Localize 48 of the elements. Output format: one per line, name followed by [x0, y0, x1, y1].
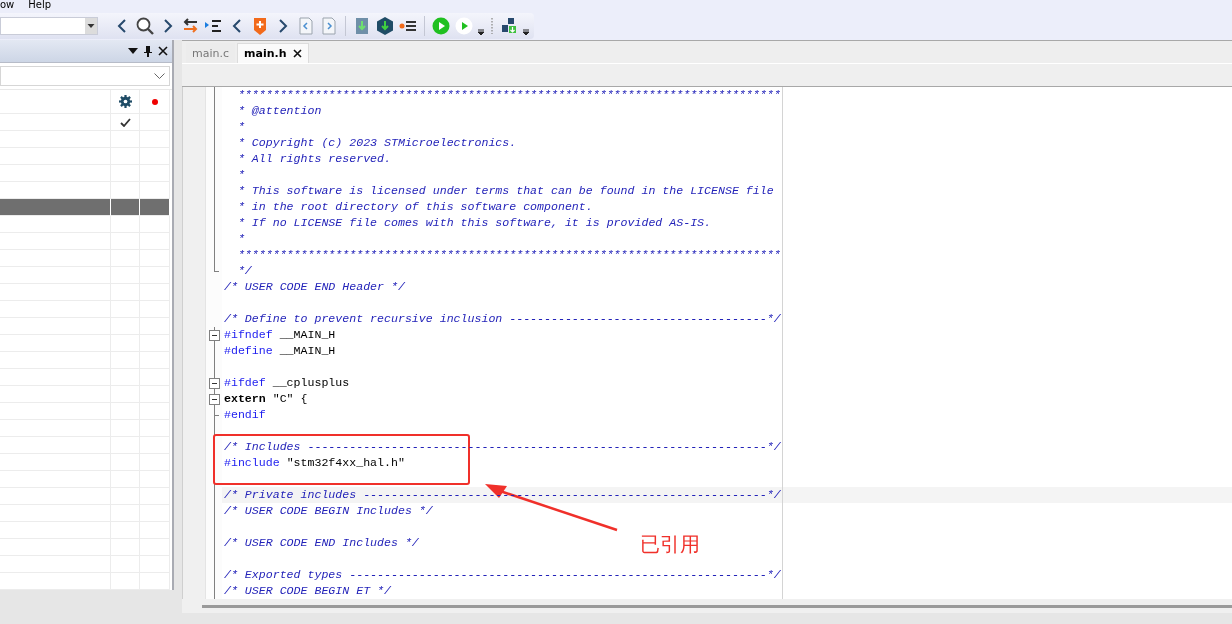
- code-line: * @attention: [236, 104, 322, 117]
- dot-icon: [151, 98, 158, 105]
- code-line: #define __MAIN_H: [224, 344, 336, 357]
- code-line: * If no LICENSE file comes with this software, it is provided AS-IS.: [236, 216, 712, 229]
- code-line: /* Define to prevent recursive inclusion -------------------------------------*/: [224, 312, 781, 325]
- scrollbar[interactable]: [202, 604, 1232, 608]
- code-line: ******************************************************************************: [236, 248, 781, 261]
- build-blocks-icon[interactable]: [499, 16, 519, 36]
- code-line: #endif: [224, 408, 266, 421]
- code-line: */: [236, 264, 252, 277]
- close-icon[interactable]: [158, 46, 168, 56]
- search-icon[interactable]: [135, 16, 155, 36]
- close-icon[interactable]: [292, 49, 302, 58]
- menu-item[interactable]: Help: [28, 0, 52, 11]
- code-line: *: [236, 232, 245, 245]
- filter-combo[interactable]: [0, 66, 170, 86]
- code-line: *: [236, 168, 245, 181]
- code-line: /* Exported types ------------------------------------------------------------*/: [224, 568, 781, 581]
- chevron-down-icon: [154, 73, 165, 79]
- code-line: * Copyright (c) 2023 STMicroelectronics.: [236, 136, 517, 149]
- settings-icon[interactable]: [118, 95, 132, 108]
- code-line: /* USER CODE BEGIN ET */: [224, 584, 391, 597]
- grip-icon[interactable]: [488, 15, 496, 37]
- annotation-label: 已引用: [640, 531, 700, 558]
- collapse-icon[interactable]: [209, 378, 220, 389]
- pin-icon[interactable]: [144, 45, 152, 57]
- code-line: * This software is licensed under terms that can be found in the LICENSE file: [236, 184, 774, 197]
- hexagon-download-icon[interactable]: [375, 16, 395, 36]
- code-line: #ifndef __MAIN_H: [224, 328, 336, 341]
- play-icon[interactable]: [431, 16, 451, 36]
- code-line: * in the root directory of this software component.: [236, 200, 593, 213]
- table-row[interactable]: [0, 199, 172, 216]
- document-forward-icon[interactable]: [319, 16, 339, 36]
- code-line: #include "stm32f4xx_hal.h": [224, 456, 405, 469]
- code-line: * All rights reserved.: [236, 152, 391, 165]
- code-line: *: [236, 120, 245, 133]
- collapse-icon[interactable]: [209, 394, 220, 405]
- code-line: /* USER CODE END Header */: [224, 280, 405, 293]
- dropdown-icon[interactable]: [85, 18, 97, 34]
- collapse-icon[interactable]: [209, 330, 220, 341]
- code-line: /* USER CODE BEGIN Includes */: [224, 504, 433, 517]
- code-line: ******************************************************************************: [236, 88, 781, 101]
- code-line: /* USER CODE END Includes */: [224, 536, 419, 549]
- code-line: extern "C" {: [224, 392, 308, 405]
- file-tab[interactable]: main.h: [237, 43, 309, 63]
- code-line: #ifdef __cplusplus: [224, 376, 350, 389]
- menu-item[interactable]: ow: [0, 0, 15, 11]
- dropdown-icon[interactable]: [128, 48, 138, 54]
